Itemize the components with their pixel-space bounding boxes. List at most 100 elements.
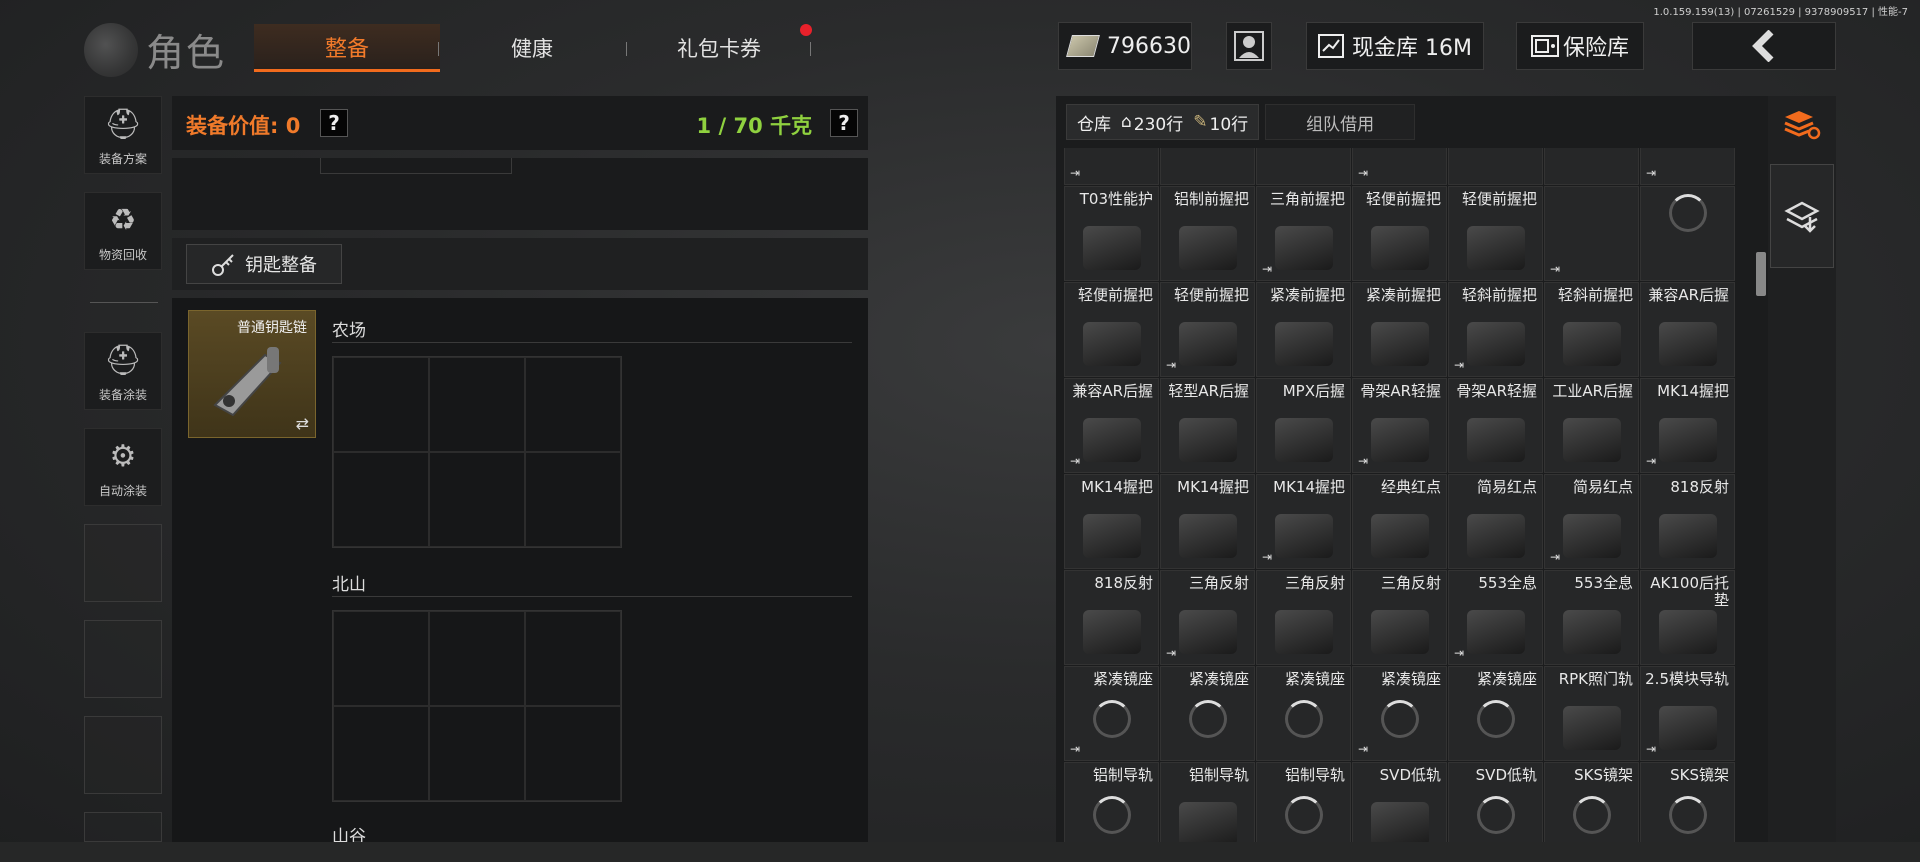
sidebar-item-recycle[interactable]: ♻ 物资回收 <box>84 192 162 270</box>
item-name: 轻斜前握把 <box>1461 286 1537 304</box>
warehouse-item[interactable]: 2.5模块导轨 ⇥ <box>1640 666 1735 761</box>
warehouse-item[interactable]: MK14握把 ⇥ <box>1256 474 1351 569</box>
warehouse-item[interactable]: 工业AR后握 <box>1544 378 1639 473</box>
warehouse-item[interactable]: 轻便前握把 <box>1064 282 1159 377</box>
sort-button[interactable] <box>1768 96 1836 154</box>
warehouse-item[interactable]: SKS镜架 <box>1640 762 1735 842</box>
warehouse-item[interactable]: 轻型AR后握 <box>1160 378 1255 473</box>
loading-icon <box>1285 700 1323 738</box>
layer-download-button[interactable] <box>1770 164 1834 268</box>
warehouse-item[interactable]: MPX后握 <box>1256 378 1351 473</box>
warehouse-item[interactable]: 三角反射 <box>1352 570 1447 665</box>
warehouse-item[interactable]: 兼容AR后握 <box>1640 282 1735 377</box>
item-image <box>1083 418 1141 462</box>
back-button[interactable] <box>1692 22 1836 70</box>
keychain-slot[interactable]: 普通钥匙链 ⇄ <box>188 310 316 438</box>
cash-vault-label: 现金库 16M <box>1352 36 1472 61</box>
tab-gift-coupons[interactable]: 礼包卡券 <box>652 24 786 72</box>
value-help-button[interactable]: ? <box>320 109 348 137</box>
warehouse-item[interactable] <box>1640 186 1735 281</box>
warehouse-item[interactable]: 骨架AR轻握 ⇥ <box>1352 378 1447 473</box>
warehouse-item[interactable]: 铝制导轨 <box>1160 762 1255 842</box>
sidebar-item-autopaint[interactable]: ⚙ 自动涂装 <box>84 428 162 506</box>
warehouse-item[interactable]: 骨架AR轻握 <box>1448 378 1543 473</box>
warehouse-item[interactable]: ⇥ <box>1352 148 1447 185</box>
transfer-icon: ⇥ <box>1070 454 1081 468</box>
warehouse-item[interactable] <box>1544 148 1639 185</box>
warehouse-item[interactable]: 铝制导轨 <box>1064 762 1159 842</box>
warehouse-item[interactable]: MK14握把 <box>1064 474 1159 569</box>
transfer-icon: ⇥ <box>1262 550 1273 564</box>
warehouse-item[interactable]: 553全息 ⇥ <box>1448 570 1543 665</box>
key-equip-button[interactable]: 钥匙整备 <box>186 244 342 284</box>
warehouse-item[interactable]: 553全息 <box>1544 570 1639 665</box>
warehouse-item[interactable]: 简易红点 ⇥ <box>1544 474 1639 569</box>
item-image <box>1083 226 1141 270</box>
warehouse-item[interactable]: 铝制前握把 <box>1160 186 1255 281</box>
warehouse-item[interactable]: 轻便前握把 ⇥ <box>1160 282 1255 377</box>
warehouse-tab-label: 仓库 <box>1077 114 1111 135</box>
warehouse-grid: ⇥ ⇥ ⇥ T03性能护 铝制前握把 三角前握把 ⇥ 轻便前握把 轻便前握把 ⇥ 轻便前握把 轻便前握… <box>1064 148 1750 842</box>
cash-vault-button[interactable]: 现金库 16M <box>1306 22 1484 70</box>
sidebar-item-paint[interactable]: ⛑ 装备涂装 <box>84 332 162 410</box>
weight-help-button[interactable]: ? <box>830 109 858 137</box>
warehouse-item[interactable]: 紧凑镜座 <box>1448 666 1543 761</box>
warehouse-item[interactable]: 经典红点 <box>1352 474 1447 569</box>
warehouse-item[interactable]: T03性能护 <box>1064 186 1159 281</box>
tab-warehouse[interactable]: 仓库 ⌂ 230行 ✎ 10行 <box>1066 104 1260 140</box>
warehouse-item[interactable]: RPK照门轨 <box>1544 666 1639 761</box>
item-image <box>1275 514 1333 558</box>
item-name: 轻便前握把 <box>1173 286 1249 304</box>
cash-stack-icon <box>1066 35 1100 57</box>
warehouse-item[interactable]: 紧凑镜座 ⇥ <box>1352 666 1447 761</box>
warehouse-item[interactable]: 紧凑前握把 <box>1352 282 1447 377</box>
warehouse-item[interactable] <box>1448 148 1543 185</box>
key-toolbar: 钥匙整备 <box>172 238 868 290</box>
keychain-name: 普通钥匙链 <box>237 320 307 336</box>
warehouse-item[interactable]: 818反射 <box>1640 474 1735 569</box>
warehouse-scrollbar[interactable] <box>1756 252 1766 296</box>
warehouse-item[interactable]: 三角反射 ⇥ <box>1160 570 1255 665</box>
warehouse-item[interactable]: 818反射 <box>1064 570 1159 665</box>
warehouse-item[interactable]: 三角前握把 ⇥ <box>1256 186 1351 281</box>
safe-button[interactable]: 保险库 <box>1516 22 1644 70</box>
warehouse-item[interactable]: 轻便前握把 <box>1352 186 1447 281</box>
warehouse-item[interactable]: SVD低轨 <box>1352 762 1447 842</box>
region-grid-north-mountain[interactable] <box>332 610 622 802</box>
warehouse-item[interactable]: 简易红点 <box>1448 474 1543 569</box>
warehouse-item[interactable]: 兼容AR后握 ⇥ <box>1064 378 1159 473</box>
item-name: SKS镜架 <box>1670 766 1729 784</box>
transfer-icon: ⇥ <box>1454 646 1465 660</box>
warehouse-item[interactable]: SKS镜架⇥ <box>1544 762 1639 842</box>
warehouse-item[interactable] <box>1160 148 1255 185</box>
warehouse-item[interactable] <box>1256 148 1351 185</box>
warehouse-item[interactable]: ⇥ <box>1544 186 1639 281</box>
warehouse-item[interactable]: ⇥ <box>1064 148 1159 185</box>
region-grid-farm[interactable] <box>332 356 622 548</box>
warehouse-item[interactable]: MK14握把 ⇥ <box>1640 378 1735 473</box>
swap-icon[interactable]: ⇄ <box>296 414 309 433</box>
operator-button[interactable] <box>1226 22 1272 70</box>
warehouse-item[interactable]: 三角反射 <box>1256 570 1351 665</box>
warehouse-item[interactable]: 轻斜前握把 ⇥ <box>1448 282 1543 377</box>
equipment-header: 装备价值: 0 ? 1 / 70 千克 ? <box>172 96 868 150</box>
tab-team-borrow[interactable]: 组队借用 <box>1265 104 1416 140</box>
warehouse-item[interactable]: 轻便前握把 <box>1448 186 1543 281</box>
item-name: RPK照门轨 <box>1558 670 1633 688</box>
warehouse-item[interactable]: SVD低轨 <box>1448 762 1543 842</box>
sidebar-item-loadout[interactable]: ⛑ 装备方案 <box>84 96 162 174</box>
key-panel: 普通钥匙链 ⇄ 农场 北山 山谷 <box>172 298 868 842</box>
warehouse-item[interactable]: 铝制导轨⇥ <box>1256 762 1351 842</box>
warehouse-item[interactable]: 紧凑镜座 <box>1256 666 1351 761</box>
warehouse-item[interactable]: 紧凑镜座 ⇥ <box>1064 666 1159 761</box>
tab-health[interactable]: 健康 <box>470 24 594 72</box>
warehouse-item[interactable]: ⇥ <box>1640 148 1735 185</box>
warehouse-item[interactable]: 紧凑镜座 <box>1160 666 1255 761</box>
warehouse-item[interactable]: MK14握把 <box>1160 474 1255 569</box>
warehouse-item[interactable]: 轻斜前握把 <box>1544 282 1639 377</box>
equipment-slot[interactable] <box>320 158 512 174</box>
warehouse-item[interactable]: 紧凑前握把 <box>1256 282 1351 377</box>
item-image <box>1371 610 1429 654</box>
tab-equipment[interactable]: 整备 <box>254 24 440 72</box>
warehouse-item[interactable]: AK100后托垫 <box>1640 570 1735 665</box>
